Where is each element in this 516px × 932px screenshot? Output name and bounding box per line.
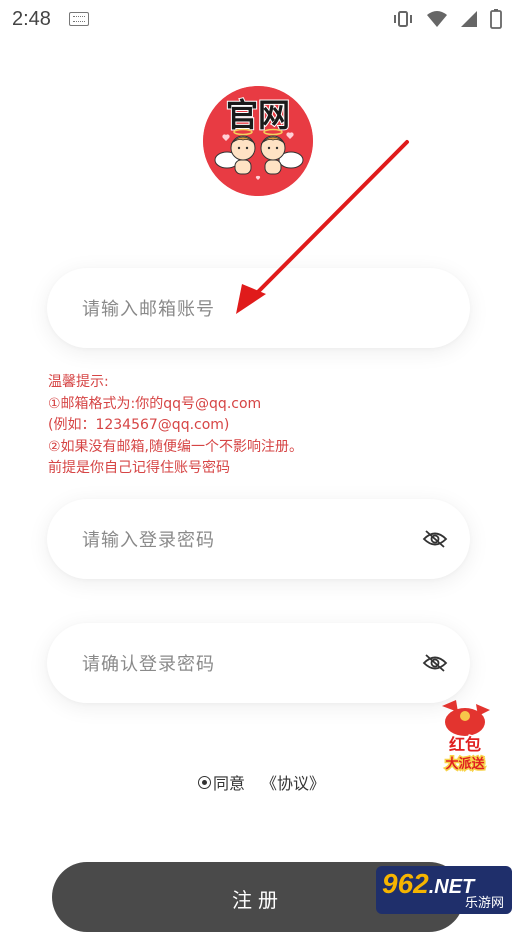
agreement-link[interactable]: 《协议》	[261, 770, 325, 794]
password-field[interactable]: 请输入登录密码	[47, 499, 470, 579]
badge-line1: 红包	[449, 735, 481, 754]
agreement-row: 同意 《协议》	[198, 770, 325, 794]
wifi-icon	[427, 11, 447, 27]
email-placeholder: 请输入邮箱账号	[82, 299, 215, 320]
logo-text: 官网	[226, 96, 290, 134]
watermark-logo: 962.NET 乐游网	[376, 866, 512, 914]
agree-radio[interactable]	[198, 775, 211, 789]
agree-label: 同意	[213, 774, 246, 793]
tip-line: ①邮箱格式为:你的qq号@qq.com	[48, 395, 262, 412]
tips-block: 温馨提示: ①邮箱格式为:你的qq号@qq.com (例如：1234567@qq…	[48, 372, 478, 480]
tip-line: (例如：1234567@qq.com)	[48, 417, 230, 433]
status-time: 2:48	[12, 7, 51, 30]
register-button-label: 注册	[232, 888, 284, 912]
tip-line: 前提是你自己记得住账号密码	[48, 460, 230, 476]
email-field[interactable]: 请输入邮箱账号	[47, 268, 470, 348]
tip-line: 温馨提示:	[48, 374, 109, 390]
eye-off-icon[interactable]	[422, 653, 448, 673]
app-logo: 官网	[203, 86, 313, 196]
status-bar: 2:48	[0, 0, 516, 38]
eye-off-icon[interactable]	[422, 529, 448, 549]
tip-line: ②如果没有邮箱,随便编一个不影响注册。	[48, 438, 303, 455]
red-packet-badge[interactable]: 红包 大派送	[432, 700, 498, 774]
vibrate-icon	[394, 11, 412, 27]
keyboard-icon	[68, 12, 89, 26]
confirm-password-field[interactable]: 请确认登录密码	[47, 623, 470, 703]
confirm-password-placeholder: 请确认登录密码	[82, 654, 215, 675]
badge-line2: 大派送	[445, 756, 485, 772]
watermark-sub: 乐游网	[464, 896, 504, 911]
signal-icon	[461, 11, 477, 27]
battery-icon	[490, 9, 502, 29]
watermark-brand: 962	[382, 868, 429, 899]
password-placeholder: 请输入登录密码	[82, 530, 215, 551]
